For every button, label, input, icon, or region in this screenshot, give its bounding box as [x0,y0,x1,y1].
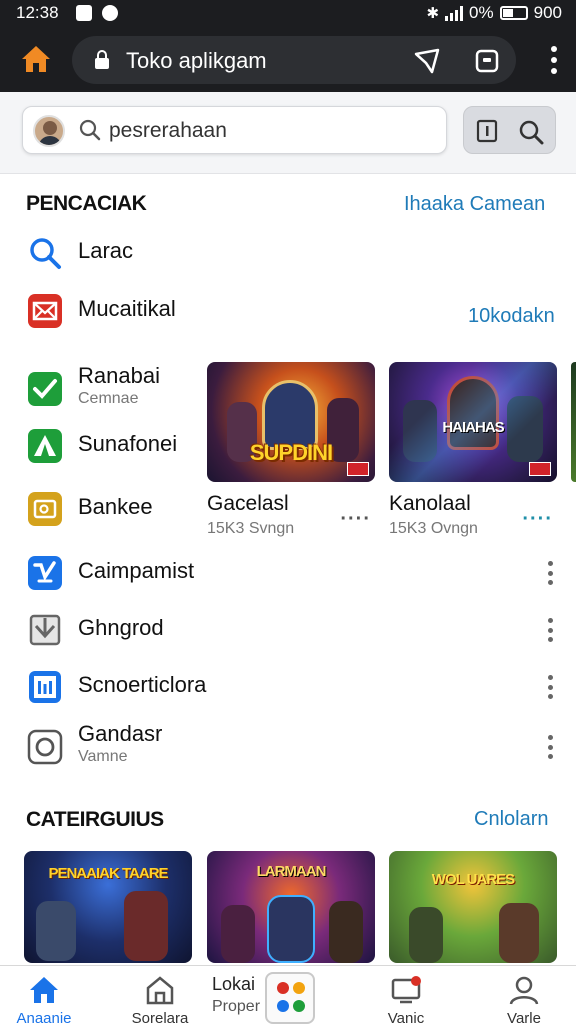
next-card-peek [571,362,576,482]
game-thumbnail: SUPDINI [207,362,375,482]
avatar[interactable] [33,115,65,147]
category-card[interactable]: PENAAIAK TAARE [24,851,192,963]
nav-label: Lokai [212,974,256,994]
search-row [0,92,576,174]
notification-icon [76,5,92,21]
nav-label: Varle [507,1010,541,1024]
app-name: Bankee [78,494,153,519]
app-name: Sunafonei [78,431,178,456]
overflow-menu-icon[interactable] [550,46,558,74]
app-name: Ghngrod [78,615,164,640]
bluetooth-icon: ✱ [426,5,440,22]
home-icon [30,977,58,1003]
app-name: Caimpamist [78,558,195,583]
section-link-categories[interactable]: Cnlolarn [474,808,548,831]
game-card[interactable]: HAIAHAS Kanolaal 15K3 Ovngn ···· [389,362,557,538]
list-item[interactable]: Ghngrod [0,602,576,656]
app-name: Larac [78,238,134,263]
status-time: 12:38 [16,3,59,22]
battery-icon [499,6,528,20]
nav-store[interactable]: Sorelara [110,966,210,1024]
search-icon [30,238,61,269]
tent-icon [28,429,62,463]
app-name: Gandasr [78,721,163,746]
category-logo: WOL UARES [431,871,515,888]
status-extra: 900 [533,3,562,22]
category-card[interactable]: WOL UARES [389,851,557,963]
voice-icon[interactable] [476,119,498,143]
url-text: Toko aplikgam [126,48,267,73]
wallet-icon [28,492,62,526]
send-icon[interactable] [412,46,442,76]
app-subtitle: Vamne [78,748,128,765]
nav-label: Sorelara [131,1010,189,1024]
search-box[interactable] [22,106,447,154]
game-card[interactable]: SUPDINI Gacelasl 15K3 Svngn ···· [207,362,375,538]
search-actions[interactable] [463,106,556,154]
age-rating-badge [347,462,369,476]
check-icon [28,372,62,406]
download-tray-icon [29,614,61,646]
app-name: Scnoerticlora [78,672,207,697]
browser-toolbar: Toko aplikgam [0,26,576,92]
more-options-icon[interactable] [548,561,554,585]
shield-check-icon [28,556,62,590]
signal-icon [445,5,464,21]
list-item[interactable]: Larac [0,225,576,279]
more-options-icon[interactable] [548,675,554,699]
section-link-search[interactable]: Ihaaka Camean [404,193,545,216]
game-logo: HAIAHAS [442,419,504,436]
status-bar: 12:38 ✱ 0% 900 [0,0,576,26]
list-item[interactable]: Mucaitikal [0,283,576,337]
search-input[interactable] [109,117,429,145]
nav-home[interactable]: Anaanie [0,966,94,1024]
device-icon [391,976,421,1004]
list-item[interactable]: Gandasr Vamne [0,719,576,773]
more-options-icon[interactable] [548,735,554,759]
search-submit-icon[interactable] [518,119,544,145]
nav-label: Anaanie [16,1010,72,1024]
more-icon[interactable]: ···· [522,508,553,531]
battery-percent: 0% [469,3,494,22]
nav-profile[interactable]: Varle [474,966,574,1024]
apps-icon[interactable] [265,972,315,1024]
person-icon [509,976,539,1005]
camera-icon [27,729,63,765]
category-logo: LARMAAN [256,863,327,880]
age-rating-badge [529,462,551,476]
address-bar[interactable]: Toko aplikgam [72,36,516,84]
nav-sublabel: Proper [212,998,261,1015]
nav-label: Vanic [387,1010,425,1024]
category-card[interactable]: LARMAAN [207,851,375,963]
nav-device[interactable]: Vanic [356,966,456,1024]
app-name: Mucaitikal [78,296,176,321]
tabs-icon[interactable] [472,46,502,76]
lock-icon [95,50,109,69]
list-item[interactable]: Caimpamist [0,545,576,599]
nav-apps[interactable]: Lokai Proper [208,966,268,1024]
game-thumbnail: HAIAHAS [389,362,557,482]
category-logo: PENAAIAK TAARE [48,865,168,882]
more-options-icon[interactable] [548,618,554,642]
chat-icon [102,5,118,21]
bottom-navigation: Anaanie Sorelara Lokai Proper Vanic Varl… [0,965,576,1024]
chart-icon [29,671,61,703]
mail-icon [28,294,62,328]
store-icon [146,976,174,1005]
more-icon[interactable]: ···· [340,508,371,531]
app-name: Ranabai [78,363,160,388]
list-item[interactable]: Scnoerticlora [0,659,576,713]
app-subtitle: Cemnae [78,390,139,407]
search-icon [79,119,101,141]
section-title-categories: CATEIRGUIUS [26,808,164,831]
section-title-search: PENCACIAK [26,192,147,215]
home-icon[interactable] [20,43,52,75]
